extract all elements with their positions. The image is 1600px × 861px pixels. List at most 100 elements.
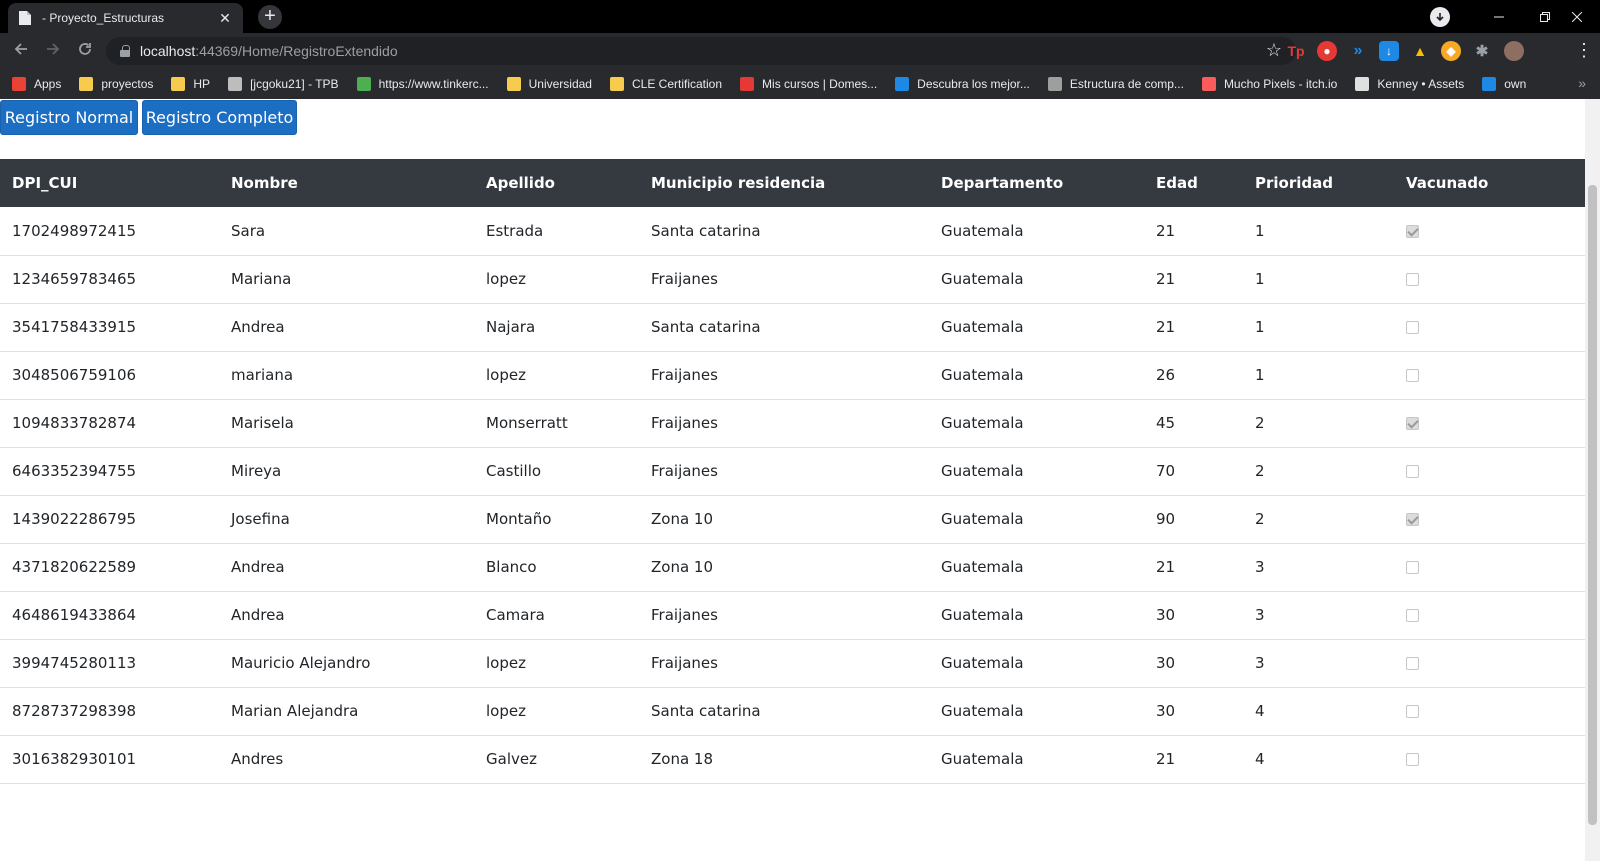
- cell-vacunado: [1394, 399, 1585, 447]
- url-host: localhost: [140, 43, 196, 59]
- vacunado-checkbox[interactable]: [1406, 321, 1419, 334]
- vacunado-checkbox[interactable]: [1406, 753, 1419, 766]
- forward-icon[interactable]: [42, 41, 64, 63]
- header-nombre: Nombre: [231, 174, 298, 192]
- vacunado-checkbox[interactable]: [1406, 561, 1419, 574]
- menu-icon[interactable]: ⋮: [1575, 40, 1593, 60]
- vacunado-checkbox[interactable]: [1406, 465, 1419, 478]
- bookmark-label: CLE Certification: [631, 77, 723, 91]
- scrollbar-thumb[interactable]: [1588, 185, 1597, 825]
- adblock-extension-icon[interactable]: ●: [1317, 41, 1337, 61]
- vacunado-checkbox[interactable]: [1406, 657, 1419, 670]
- cell-nombre: Andrea: [231, 318, 285, 336]
- vacunado-checkbox[interactable]: [1406, 273, 1419, 286]
- bookmark-item[interactable]: CLE Certification: [609, 77, 723, 91]
- apps-icon: [12, 77, 26, 91]
- cell-nombre: Mauricio Alejandro: [231, 654, 371, 672]
- bookmark-item[interactable]: proyectos: [79, 77, 153, 91]
- table-row: 1702498972415 Sara Estrada Santa catarina Gu…: [0, 207, 1585, 255]
- close-tab-icon[interactable]: ✕: [217, 10, 233, 27]
- vacunado-checkbox[interactable]: [1406, 224, 1419, 238]
- vacunado-checkbox[interactable]: [1406, 513, 1419, 526]
- scrollbar[interactable]: [1585, 99, 1600, 861]
- minimize-icon[interactable]: [1476, 0, 1522, 33]
- lock-icon[interactable]: [120, 45, 130, 57]
- cell-apellido: lopez: [486, 270, 526, 288]
- header-apellido: Apellido: [486, 174, 555, 192]
- cell-edad: 70: [1156, 462, 1176, 480]
- cell-edad: 30: [1156, 702, 1176, 720]
- bookmark-item[interactable]: HP: [171, 77, 210, 91]
- bookmark-label: Universidad: [528, 77, 592, 91]
- bookmark-item[interactable]: Apps: [12, 77, 61, 91]
- bookmark-icon: [1355, 77, 1370, 91]
- reload-icon[interactable]: [74, 41, 96, 63]
- more-bookmarks-icon[interactable]: »: [1578, 75, 1586, 91]
- cell-dpi: 3016382930101: [12, 750, 137, 768]
- cell-vacunado: [1394, 255, 1585, 303]
- close-window-icon[interactable]: [1554, 0, 1600, 33]
- cell-prioridad: 2: [1255, 414, 1265, 432]
- address-bar[interactable]: localhost:44369/Home/RegistroExtendido ☆: [106, 37, 1296, 65]
- bookmark-label: proyectos: [101, 77, 154, 91]
- bookmark-item[interactable]: own: [1482, 77, 1526, 91]
- cell-nombre: Mariana: [231, 270, 292, 288]
- table-row: 6463352394755 Mireya Castillo Fraijanes Guat…: [0, 447, 1585, 495]
- cell-apellido: Camara: [486, 606, 545, 624]
- vacunado-checkbox[interactable]: [1406, 417, 1419, 430]
- bookmark-item[interactable]: https://www.tinkerc...: [356, 77, 489, 91]
- bookmark-star-icon[interactable]: ☆: [1266, 40, 1282, 61]
- drive-extension-icon[interactable]: ▲: [1410, 41, 1430, 61]
- bookmark-icon: [228, 77, 243, 91]
- avatar[interactable]: [1504, 41, 1524, 61]
- cell-prioridad: 4: [1255, 702, 1265, 720]
- coin-extension-icon[interactable]: ◆: [1441, 41, 1461, 61]
- vacunado-checkbox[interactable]: [1406, 609, 1419, 622]
- table-row: 1094833782874 Marisela Monserratt Fraijanes…: [0, 399, 1585, 447]
- cell-vacunado: [1394, 591, 1585, 639]
- bookmark-icon: [1482, 77, 1497, 91]
- bookmark-item[interactable]: Kenney • Assets: [1355, 77, 1464, 91]
- cell-apellido: Galvez: [486, 750, 537, 768]
- cell-dpi: 8728737298398: [12, 702, 137, 720]
- new-tab-button[interactable]: +: [258, 5, 282, 29]
- bookmark-item[interactable]: Mis cursos | Domes...: [740, 77, 877, 91]
- bookmark-label: Apps: [34, 77, 62, 91]
- cell-edad: 21: [1156, 558, 1176, 576]
- cell-apellido: Castillo: [486, 462, 542, 480]
- download-extension-icon[interactable]: ↓: [1379, 41, 1399, 61]
- cell-municipio: Santa catarina: [651, 702, 761, 720]
- browser-toolbar: localhost:44369/Home/RegistroExtendido ☆…: [0, 33, 1600, 69]
- arrow-extension-icon[interactable]: »: [1348, 41, 1368, 61]
- registro-completo-button[interactable]: Registro Completo: [142, 100, 297, 135]
- browser-tab[interactable]: - Proyecto_Estructuras ✕: [8, 3, 243, 33]
- cell-vacunado: [1394, 303, 1585, 351]
- bookmark-item[interactable]: Mucho Pixels - itch.io: [1201, 77, 1337, 91]
- tp-extension-icon[interactable]: Tp: [1286, 41, 1306, 61]
- cell-edad: 30: [1156, 654, 1176, 672]
- bookmark-icon: [79, 77, 94, 91]
- puzzle-extension-icon[interactable]: ✱: [1472, 41, 1492, 61]
- bookmark-item[interactable]: [jcgoku21] - TPB: [228, 77, 339, 91]
- bookmark-icon: [506, 77, 521, 91]
- cell-prioridad: 3: [1255, 654, 1265, 672]
- download-icon[interactable]: [1430, 7, 1450, 27]
- registro-normal-button[interactable]: Registro Normal: [0, 100, 138, 135]
- bookmark-label: Kenney • Assets: [1377, 77, 1465, 91]
- bookmark-icon: [1201, 77, 1216, 91]
- cell-apellido: Najara: [486, 318, 536, 336]
- vacunado-checkbox[interactable]: [1406, 705, 1419, 718]
- bookmark-item[interactable]: Universidad: [506, 77, 592, 91]
- back-icon[interactable]: [10, 41, 32, 63]
- vacunado-checkbox[interactable]: [1406, 369, 1419, 382]
- table-row: 3016382930101 Andres Galvez Zona 18 Guatemal…: [0, 735, 1585, 783]
- bookmark-item[interactable]: Estructura de comp...: [1047, 77, 1184, 91]
- header-municipio: Municipio residencia: [651, 174, 826, 192]
- cell-edad: 21: [1156, 318, 1176, 336]
- cell-municipio: Zona 10: [651, 510, 714, 528]
- cell-municipio: Zona 10: [651, 558, 714, 576]
- bookmark-item[interactable]: Descubra los mejor...: [895, 77, 1030, 91]
- cell-departamento: Guatemala: [941, 462, 1024, 480]
- cell-dpi: 3541758433915: [12, 318, 137, 336]
- cell-vacunado: [1394, 543, 1585, 591]
